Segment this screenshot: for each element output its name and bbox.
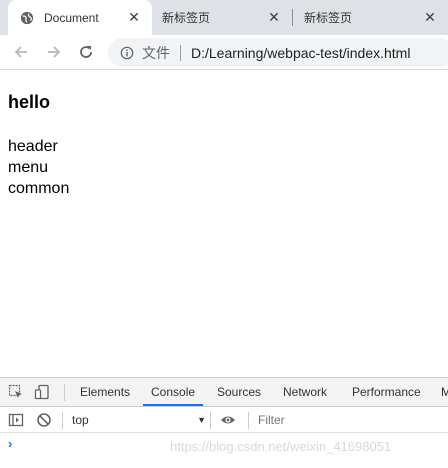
devtools-tab-elements[interactable]: Elements: [80, 378, 130, 406]
tab-new-2[interactable]: 新标签页 ✕: [294, 0, 448, 35]
devtools-tab-performance[interactable]: Performance: [352, 378, 421, 406]
sidebar-toggle-icon: [8, 413, 24, 427]
block-icon: [37, 413, 51, 427]
toolbar-divider: [62, 412, 63, 429]
close-icon[interactable]: ✕: [266, 9, 282, 26]
globe-icon: [20, 11, 34, 24]
security-label: 文件: [142, 44, 170, 61]
tab-title: 新标签页: [162, 11, 211, 25]
devtools-tab-sources[interactable]: Sources: [217, 378, 261, 406]
reload-button[interactable]: [75, 41, 97, 63]
context-value: top: [72, 413, 89, 427]
console-prompt[interactable]: ›: [8, 436, 12, 451]
tab-title: 新标签页: [304, 11, 353, 25]
tab-new-1[interactable]: 新标签页 ✕: [152, 0, 292, 35]
arrow-left-icon: [14, 46, 27, 58]
toolbar-divider: [210, 412, 211, 429]
context-selector[interactable]: top ▼: [72, 411, 206, 429]
eye-icon: [221, 416, 235, 424]
back-button[interactable]: [10, 41, 32, 63]
address-bar[interactable]: 文件 D:/Learning/webpac-test/index.html: [108, 38, 448, 67]
watermark: https://blog.csdn.net/weixin_41698051: [170, 439, 392, 454]
page-content: hello header menu common: [8, 92, 69, 199]
arrow-right-icon: [48, 46, 61, 58]
device-toolbar-button[interactable]: [34, 384, 50, 400]
inspect-element-button[interactable]: [8, 384, 24, 400]
tab-divider: [292, 9, 293, 26]
toolbar-divider: [64, 384, 65, 401]
close-icon[interactable]: ✕: [422, 9, 438, 26]
info-icon[interactable]: [120, 46, 134, 60]
reload-icon: [80, 46, 92, 58]
tab-document[interactable]: Document ✕: [8, 0, 152, 35]
omnibox-divider: [180, 44, 181, 61]
browser-toolbar: 文件 D:/Learning/webpac-test/index.html: [0, 35, 448, 70]
clear-console-button[interactable]: [36, 412, 52, 428]
device-icon: [34, 384, 49, 400]
text-lines: header menu common: [8, 136, 69, 199]
toolbar-divider: [248, 412, 249, 429]
url-text[interactable]: D:/Learning/webpac-test/index.html: [191, 45, 410, 61]
console-toolbar: top ▼ Filter: [0, 407, 448, 433]
devtools-tab-network[interactable]: Network: [283, 378, 327, 406]
cursor-select-icon: [8, 384, 22, 398]
tab-title: Document: [44, 10, 99, 25]
tab-strip: Document ✕ 新标签页 ✕ 新标签页 ✕: [0, 0, 448, 35]
sidebar-toggle-button[interactable]: [8, 412, 24, 428]
filter-input[interactable]: Filter: [258, 411, 285, 429]
page-heading: hello: [8, 92, 51, 112]
devtools-panel: Elements Console Sources Network Perform…: [0, 377, 448, 468]
text-line: common: [8, 180, 70, 197]
live-expression-button[interactable]: [220, 412, 236, 428]
text-line: menu: [8, 159, 49, 176]
text-line: header: [8, 138, 58, 155]
devtools-tab-more[interactable]: M: [441, 378, 448, 406]
devtools-tab-console[interactable]: Console: [143, 378, 204, 406]
close-icon[interactable]: ✕: [126, 9, 142, 26]
devtools-tabbar: Elements Console Sources Network Perform…: [0, 378, 448, 407]
forward-button[interactable]: [43, 41, 65, 63]
dropdown-arrow-icon: ▼: [197, 415, 206, 425]
